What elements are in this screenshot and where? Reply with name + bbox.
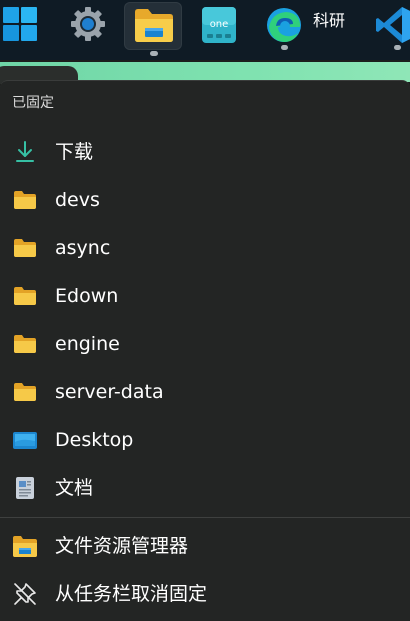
- active-indicator: [150, 51, 158, 56]
- taskbar-jump-list: 已固定 下载 devs async Edown engine server-da…: [0, 80, 410, 621]
- download-icon: [16, 141, 34, 162]
- taskbar-file-explorer-button[interactable]: [124, 2, 182, 56]
- pinned-item-label: engine: [55, 333, 120, 355]
- taskbar: one 科研: [0, 0, 410, 60]
- pinned-item-async[interactable]: async: [0, 225, 410, 271]
- screen: one 科研 已固定 下载 devs async Edown engine se…: [0, 0, 410, 621]
- file-explorer-icon: [13, 536, 37, 557]
- settings-gear-icon: [71, 7, 105, 41]
- unpin-icon: [14, 583, 36, 605]
- pinned-item-desktop[interactable]: Desktop: [0, 417, 410, 463]
- folder-icon: [14, 383, 36, 401]
- pinned-item-devs[interactable]: devs: [0, 177, 410, 223]
- running-indicator: [281, 45, 288, 50]
- pinned-item-label: Desktop: [55, 429, 134, 451]
- file-explorer-icon: [135, 9, 173, 42]
- pinned-item-label: devs: [55, 189, 100, 211]
- windows-start-icon: [3, 7, 37, 41]
- vscode-icon: [376, 7, 410, 43]
- taskbar-settings-button[interactable]: [64, 2, 112, 50]
- taskbar-onenote-button[interactable]: one: [194, 2, 244, 50]
- pinned-item-label: server-data: [55, 381, 164, 403]
- folder-icon: [14, 191, 36, 209]
- start-button[interactable]: [0, 2, 44, 50]
- edge-browser-icon: [267, 8, 301, 42]
- folder-icon: [14, 287, 36, 305]
- action-label: 文件资源管理器: [55, 535, 189, 557]
- pinned-item-server-data[interactable]: server-data: [0, 369, 410, 415]
- pinned-section-title: 已固定: [12, 95, 54, 111]
- pinned-item-label: 文档: [55, 477, 94, 499]
- pinned-item-label: 下载: [55, 141, 94, 163]
- document-icon: [16, 477, 34, 499]
- taskbar-vscode-button[interactable]: [372, 2, 410, 50]
- running-indicator: [394, 45, 401, 50]
- action-open-file-explorer[interactable]: 文件资源管理器: [0, 523, 410, 569]
- desktop-icon: [13, 432, 37, 449]
- pinned-item-engine[interactable]: engine: [0, 321, 410, 367]
- folder-icon: [14, 335, 36, 353]
- pinned-item-label: Edown: [55, 285, 119, 307]
- action-label: 从任务栏取消固定: [55, 583, 208, 605]
- taskbar-edge-button[interactable]: [256, 2, 366, 50]
- action-unpin-from-taskbar[interactable]: 从任务栏取消固定: [0, 571, 410, 617]
- edge-window-label: 科研: [313, 11, 346, 30]
- folder-icon: [14, 239, 36, 257]
- jump-list-divider: [0, 517, 410, 518]
- onenote-badge-text: one: [210, 19, 229, 30]
- pinned-item-label: async: [55, 237, 111, 259]
- pinned-item-edown[interactable]: Edown: [0, 273, 410, 319]
- onenote-icon: one: [202, 7, 236, 43]
- pinned-item-documents[interactable]: 文档: [0, 465, 410, 511]
- pinned-item-downloads[interactable]: 下载: [0, 129, 410, 175]
